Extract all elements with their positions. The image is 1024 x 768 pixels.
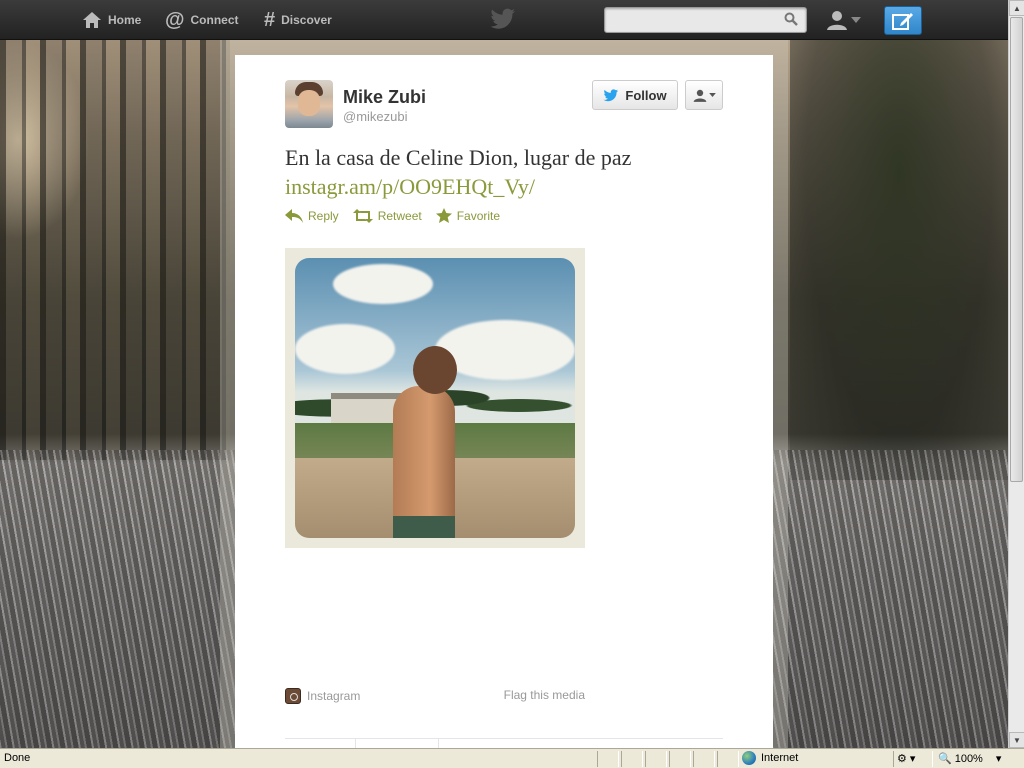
at-sign-icon: @: [165, 9, 185, 31]
vertical-scrollbar[interactable]: ▲ ▼: [1008, 0, 1024, 748]
user-full-name[interactable]: Mike Zubi: [343, 87, 426, 108]
user-screen-name[interactable]: @mikezubi: [343, 109, 408, 124]
follow-button-label: Follow: [625, 87, 667, 103]
photo-cloud: [295, 324, 395, 374]
compose-tweet-button[interactable]: [884, 6, 922, 35]
status-cell: [693, 751, 715, 767]
home-icon: [83, 12, 101, 28]
compose-icon: [892, 12, 913, 30]
status-text: Done: [4, 752, 31, 764]
status-cell: [717, 751, 739, 767]
background-trees-right: [790, 40, 1008, 480]
photo-person-shorts: [393, 516, 455, 538]
tweet-body: En la casa de Celine Dion, lugar de paz: [285, 145, 632, 170]
search-input[interactable]: [611, 11, 781, 29]
chevron-down-icon: [708, 93, 716, 97]
instagram-icon: [285, 688, 301, 704]
search-icon[interactable]: [784, 12, 798, 26]
reply-button[interactable]: Reply: [285, 208, 339, 223]
flag-media-link[interactable]: Flag this media: [504, 688, 585, 704]
follow-button[interactable]: Follow: [592, 80, 678, 110]
nav-connect-label: Connect: [190, 13, 239, 27]
retweet-label: Retweet: [377, 208, 422, 223]
tweet-text: En la casa de Celine Dion, lugar de paz …: [285, 143, 725, 201]
media-source-label: Instagram: [307, 689, 361, 703]
photo-cloud: [333, 264, 433, 304]
retweet-icon: [352, 208, 373, 223]
chevron-down-icon: [851, 17, 861, 23]
account-menu-button[interactable]: [826, 8, 866, 32]
favorite-button[interactable]: Favorite: [435, 208, 501, 223]
photo-person: [393, 386, 455, 536]
zoom-icon: 🔍: [938, 753, 952, 765]
photo-house: [331, 393, 401, 423]
status-cell: [621, 751, 643, 767]
user-icon: [693, 89, 706, 102]
twitter-bird-icon: [603, 88, 619, 101]
tweet-actions: Reply Retweet Favorite: [285, 208, 500, 223]
tweet-link[interactable]: instagr.am/p/OO9EHQt_Vy/: [285, 172, 725, 201]
globe-icon: [742, 751, 756, 765]
retweet-button[interactable]: Retweet: [352, 208, 422, 223]
hashtag-icon: #: [264, 9, 276, 31]
avatar[interactable]: [285, 80, 333, 128]
scroll-down-arrow[interactable]: ▼: [1009, 732, 1024, 748]
reply-label: Reply: [308, 208, 339, 223]
media-source[interactable]: Instagram: [285, 688, 360, 704]
scroll-thumb[interactable]: [1010, 17, 1023, 482]
tweet-card: Mike Zubi @mikezubi Follow En la casa de…: [235, 55, 773, 749]
nav-discover-label: Discover: [281, 13, 332, 27]
user-actions-dropdown[interactable]: [685, 80, 723, 110]
photo-person-head: [413, 346, 457, 394]
scroll-up-arrow[interactable]: ▲: [1009, 0, 1024, 16]
security-zone[interactable]: Internet: [742, 751, 798, 765]
reply-icon: [285, 208, 303, 223]
zoom-level: 100%: [954, 752, 983, 765]
tweet-stats-divider: [285, 738, 723, 749]
nav-home-label: Home: [108, 13, 142, 27]
avatar-face: [298, 90, 320, 116]
twitter-bird-icon[interactable]: [490, 8, 516, 30]
chevron-down-icon: ▾: [995, 753, 1002, 765]
nav-connect[interactable]: @ Connect: [165, 0, 239, 40]
top-navigation-bar: Home @ Connect # Discover: [0, 0, 1008, 40]
protected-mode-icon[interactable]: ⚙ ▾: [897, 752, 915, 765]
zoom-control[interactable]: 🔍 100% ▾: [938, 752, 1002, 766]
security-zone-label: Internet: [761, 752, 799, 764]
status-cell: [669, 751, 691, 767]
browser-status-bar: Done Internet ⚙ ▾ 🔍 100% ▾: [0, 748, 1024, 768]
status-cell: [597, 751, 619, 767]
favorite-label: Favorite: [456, 208, 501, 223]
instagram-photo[interactable]: [295, 258, 575, 538]
user-icon: [827, 11, 847, 30]
nav-home[interactable]: Home: [82, 0, 141, 40]
star-icon: [435, 208, 452, 223]
nav-discover[interactable]: # Discover: [264, 0, 332, 40]
background-trees-left: [0, 40, 230, 460]
status-cell: [645, 751, 667, 767]
media-frame[interactable]: [285, 248, 585, 548]
search-box[interactable]: [604, 7, 807, 33]
media-footer: Instagram Flag this media: [285, 688, 585, 704]
